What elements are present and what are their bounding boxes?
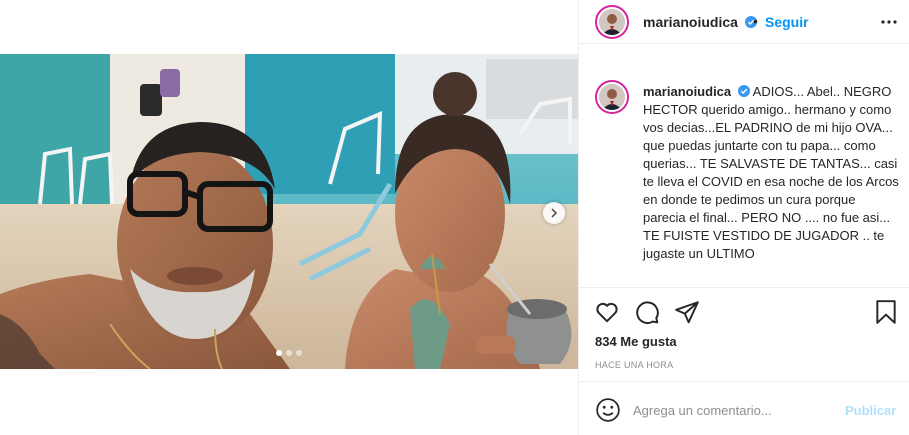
carousel-dot (276, 350, 282, 356)
next-arrow-icon (551, 208, 558, 218)
post-caption: marianoiudica ADIOS... Abel.. NEGRO HECT… (643, 83, 901, 263)
caption-area: marianoiudica ADIOS... Abel.. NEGRO HECT… (579, 72, 909, 286)
likes-count[interactable]: 834 Me gusta (595, 334, 677, 349)
heart-icon[interactable] (594, 299, 620, 325)
follow-button[interactable]: Seguir (765, 14, 809, 30)
carousel-dot (296, 350, 302, 356)
bookmark-icon[interactable] (873, 299, 899, 325)
post-timestamp[interactable]: HACE UNA HORA (595, 360, 673, 370)
divider (579, 381, 909, 382)
carousel-indicator (0, 350, 578, 356)
more-options-icon[interactable] (879, 14, 899, 30)
verified-icon (737, 85, 750, 97)
avatar-image (599, 9, 625, 35)
avatar[interactable] (595, 5, 629, 39)
header-username[interactable]: marianoiudica (643, 14, 757, 30)
post-details-panel: marianoiudica • Seguir marianoiudica ADI… (578, 0, 909, 435)
emoji-icon[interactable] (595, 397, 621, 423)
comment-icon[interactable] (634, 299, 660, 325)
media-column (0, 0, 578, 435)
carousel-dot (286, 350, 292, 356)
share-icon[interactable] (674, 299, 700, 325)
comment-input[interactable] (633, 399, 843, 421)
instagram-post-modal: marianoiudica • Seguir marianoiudica ADI… (0, 0, 909, 435)
caption-username[interactable]: marianoiudica (643, 84, 731, 99)
post-photo (0, 54, 578, 369)
post-media[interactable] (0, 54, 578, 369)
publish-button[interactable]: Publicar (845, 403, 896, 418)
avatar-image (599, 84, 625, 110)
next-slide-button[interactable] (543, 202, 565, 224)
caption-text: ADIOS... Abel.. NEGRO HECTOR querido ami… (643, 84, 899, 261)
divider (579, 287, 909, 288)
username-text[interactable]: marianoiudica (643, 14, 738, 30)
follow-separator: • (753, 13, 758, 29)
caption-avatar[interactable] (595, 80, 629, 114)
post-header: marianoiudica • Seguir (579, 0, 909, 44)
